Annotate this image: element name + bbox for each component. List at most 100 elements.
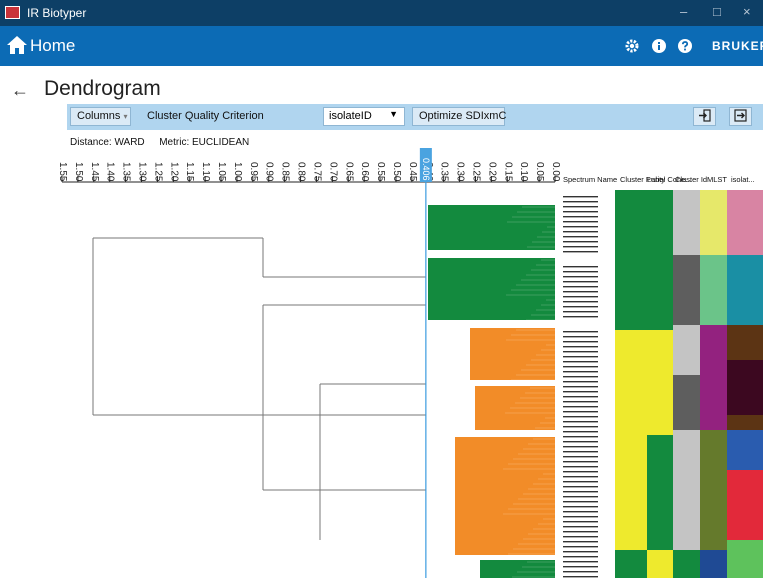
spectrum-name-item (563, 196, 598, 198)
spectrum-name-item (563, 246, 598, 248)
axis-tick-label: 0.00 (550, 162, 561, 182)
axis-tick-label: 1.25 (152, 162, 163, 182)
axis-tick-label: 1.35 (121, 162, 132, 182)
spectrum-name-item (563, 421, 598, 423)
axis-tick-label: 0.20 (486, 162, 497, 182)
spectrum-name-item (563, 366, 598, 368)
axis-tick-label: 0.05 (534, 162, 545, 182)
spectrum-name-item (563, 281, 598, 283)
column-block (647, 190, 673, 330)
spectrum-name-item (563, 426, 598, 428)
spectrum-name-item (563, 351, 598, 353)
dendrogram-tree (92, 205, 555, 578)
spectrum-name-item (563, 491, 598, 493)
column-block (727, 470, 763, 490)
spectrum-name-item (563, 546, 598, 548)
spectrum-name-item (563, 296, 598, 298)
cluster-group (480, 560, 555, 578)
axis-tick-label: 1.15 (184, 162, 195, 182)
column-block (615, 190, 647, 330)
axis-tick-label: 1.20 (168, 162, 179, 182)
axis-tick-label: 0.75 (311, 162, 322, 182)
cluster-group (455, 437, 555, 555)
spectrum-name-item (563, 536, 598, 538)
column-block (647, 435, 673, 550)
axis-tick-label: 0.60 (359, 162, 370, 182)
spectrum-name-item (563, 541, 598, 543)
column-header: Spectrum Name (563, 175, 617, 184)
column-block (727, 325, 763, 360)
spectrum-name-item (563, 556, 598, 558)
axis-tick-label: 1.40 (105, 162, 116, 182)
column-block (673, 325, 700, 375)
column-headers: Spectrum Name Cluster PurityLabel Cohe...… (563, 175, 755, 184)
spectrum-name-item (563, 276, 598, 278)
spectrum-name-item (563, 271, 598, 273)
column-block (727, 540, 763, 578)
axis-tick-label: 1.00 (232, 162, 243, 182)
cluster-block (428, 258, 555, 320)
column-block (700, 190, 727, 255)
spectrum-name-item (563, 291, 598, 293)
spectrum-name-item (563, 376, 598, 378)
spectrum-name-item (563, 226, 598, 228)
spectrum-name-item (563, 356, 598, 358)
spectrum-name-item (563, 211, 598, 213)
axis-tick-label: 0.45 (407, 162, 418, 182)
spectrum-name-item (563, 566, 598, 568)
axis-tick-label: 0.90 (264, 162, 275, 182)
column-block (700, 430, 727, 550)
spectrum-name-item (563, 406, 598, 408)
spectrum-name-item (563, 486, 598, 488)
column-block (700, 255, 727, 325)
axis-tick-label: 0.80 (296, 162, 307, 182)
column-block (700, 550, 727, 578)
column-blocks (563, 190, 763, 578)
axis-tick-label: 1.45 (89, 162, 100, 182)
column-block (673, 550, 700, 578)
spectrum-name-item (563, 301, 598, 303)
cutoff-label: 0.406 (421, 158, 431, 181)
spectrum-name-item (563, 436, 598, 438)
cluster-group (428, 258, 555, 321)
column-block (647, 550, 673, 578)
spectrum-name-item (563, 526, 598, 528)
column-block (673, 430, 700, 550)
cluster-group (470, 328, 555, 381)
cluster-block (480, 560, 555, 578)
axis-tick-label: 0.35 (439, 162, 450, 182)
spectrum-name-item (563, 476, 598, 478)
cluster-block (470, 328, 555, 380)
spectrum-name-item (563, 216, 598, 218)
spectrum-name-item (563, 336, 598, 338)
spectrum-name-item (563, 386, 598, 388)
spectrum-name-item (563, 446, 598, 448)
spectrum-name-item (563, 411, 598, 413)
spectrum-name-item (563, 561, 598, 563)
spectrum-name-item (563, 251, 598, 253)
column-header: Cluster Id (675, 175, 707, 184)
column-header: MLST (707, 175, 727, 184)
axis-tick-label: 0.50 (391, 162, 402, 182)
column-block (673, 190, 700, 255)
axis-tick-label: 1.10 (200, 162, 211, 182)
spectrum-name-item (563, 461, 598, 463)
column-block (615, 550, 647, 578)
spectrum-name-item (563, 316, 598, 318)
spectrum-name-item (563, 331, 598, 333)
spectrum-name-item (563, 306, 598, 308)
spectrum-name-item (563, 466, 598, 468)
spectrum-name-item (563, 396, 598, 398)
axis-tick-label: 0.70 (327, 162, 338, 182)
column-block (673, 255, 700, 325)
axis-tick-label: 0.25 (470, 162, 481, 182)
spectrum-name-item (563, 206, 598, 208)
spectrum-name-item (563, 311, 598, 313)
spectrum-name-item (563, 481, 598, 483)
spectrum-name-item (563, 516, 598, 518)
spectrum-name-item (563, 501, 598, 503)
dendrogram-plot: 1.55 1.50 1.45 1.40 1.35 1.30 1.25 1.20 1.15 1.10… (57, 148, 763, 578)
column-block (727, 490, 763, 540)
axis-tick-label: 1.30 (137, 162, 148, 182)
axis-tick-label: 0.30 (455, 162, 466, 182)
